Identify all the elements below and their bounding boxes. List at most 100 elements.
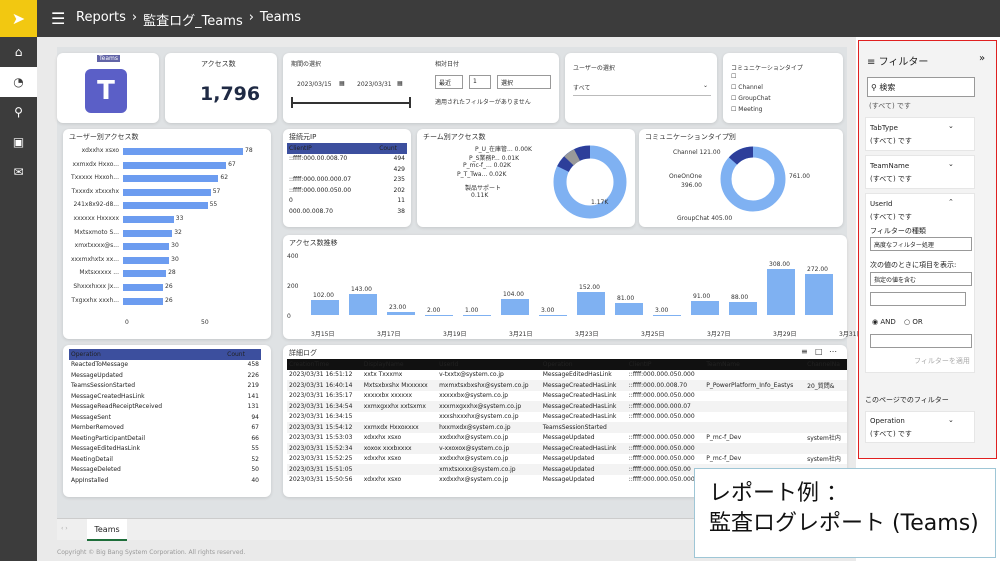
table-row[interactable]: ::ffff:000.000.050.00 202 <box>287 185 407 196</box>
box-icon[interactable]: ▣ <box>0 127 37 157</box>
slider-handle-left[interactable] <box>291 97 293 108</box>
filter-card-userid[interactable]: UserId ⌃ (すべて) です フィルターの種類 高度なフィルター処理 次の… <box>865 193 975 373</box>
comm-type-checkbox[interactable]: ☐ <box>731 73 736 80</box>
chevron-down-icon[interactable]: ⌄ <box>948 416 954 424</box>
user-select-dropdown[interactable]: すべて <box>573 83 711 96</box>
column-header[interactable]: TeamName <box>704 359 805 370</box>
reports-pie-icon[interactable]: ◔ <box>0 67 37 97</box>
collapse-pane-icon[interactable]: » <box>979 53 985 64</box>
home-icon[interactable]: ⌂ <box>0 37 37 67</box>
trend-bar[interactable] <box>805 274 833 315</box>
table-row[interactable]: MessageReadReceiptReceived 131 <box>69 402 261 413</box>
condition-value-input[interactable] <box>870 292 966 306</box>
filter-card-teamname[interactable]: TeamName ⌄ (すべて) です <box>865 155 975 189</box>
trend-bar[interactable] <box>349 293 377 315</box>
slider-handle-right[interactable] <box>409 97 411 108</box>
focus-mode-icon[interactable]: □ <box>815 347 823 356</box>
hamburger-menu-icon[interactable]: ☰ <box>51 9 65 28</box>
user-bar[interactable] <box>123 243 170 251</box>
table-row[interactable]: 2023/03/31 15:52:25 xdxxhx xsxo xxdxxhx@sy… <box>287 454 847 465</box>
table-row[interactable]: 000.00.008.70 38 <box>287 206 407 217</box>
table-row[interactable]: 429 <box>287 164 407 175</box>
relative-unit-select[interactable]: 最近 <box>435 75 463 89</box>
tab-nav-arrows-icon[interactable]: ‹ › <box>61 525 68 532</box>
filter-visual-icon[interactable]: ≡ <box>801 347 808 356</box>
period-start[interactable]: 2023/03/15 <box>297 81 332 88</box>
user-bar[interactable] <box>123 229 173 237</box>
team-donut[interactable] <box>547 139 633 225</box>
user-bar[interactable] <box>123 256 170 264</box>
column-header[interactable]: UserId <box>437 359 541 370</box>
calendar-icon[interactable]: ▦ <box>339 80 345 87</box>
table-row[interactable]: MessageDeleted 50 <box>69 465 261 476</box>
filter-search-input[interactable]: ⚲ 検索 <box>867 77 975 97</box>
chevron-up-icon[interactable]: ⌃ <box>948 198 954 206</box>
trend-bar[interactable] <box>691 301 719 315</box>
filter-card-tabtype[interactable]: TabType ⌄ (すべて) です <box>865 117 975 151</box>
table-row[interactable]: MessageSent 94 <box>69 412 261 423</box>
and-radio[interactable]: ◉ AND <box>872 318 896 326</box>
chevron-down-icon[interactable]: ⌄ <box>948 122 954 130</box>
condition-select[interactable]: 指定の値を含む <box>870 272 972 286</box>
table-row[interactable]: 2023/03/31 15:54:12 xxmxdx Hxxoxxxx hxxmxd… <box>287 422 847 433</box>
or-radio[interactable]: ○ OR <box>904 318 923 326</box>
column-header[interactable]: Operation <box>541 359 627 370</box>
table-row[interactable]: 0 11 <box>287 196 407 207</box>
chevron-down-icon[interactable]: ⌄ <box>703 82 708 89</box>
tab-teams[interactable]: Teams <box>87 519 127 541</box>
column-header[interactable]: CreationTime <box>287 359 362 370</box>
column-header[interactable]: ClientIP <box>627 359 704 370</box>
table-row[interactable]: ::ffff:000.00.008.70 494 <box>287 154 407 165</box>
table-row[interactable]: 2023/03/31 15:52:34 xoxox xxxbxxxx v-xxoxo… <box>287 443 847 454</box>
filter-kind-select[interactable]: 高度なフィルター処理 <box>870 237 972 251</box>
user-bar[interactable] <box>123 175 219 183</box>
user-bar[interactable] <box>123 216 174 223</box>
user-bar[interactable] <box>123 284 163 291</box>
table-row[interactable]: AppInstalled 40 <box>69 475 261 486</box>
table-row[interactable]: 2023/03/31 16:35:17 xxxxxbx xxxxxx xxxxxbx… <box>287 391 847 402</box>
trend-bar[interactable] <box>311 299 339 315</box>
chevron-down-icon[interactable]: ⌄ <box>948 160 954 168</box>
col-count[interactable]: Count <box>225 349 261 360</box>
comm-donut[interactable] <box>715 141 791 217</box>
table-row[interactable]: TeamsSessionStarted 219 <box>69 381 261 392</box>
filter-card-operation[interactable]: Operation ⌄ (すべて) です <box>865 411 975 443</box>
column-header[interactable]: ChannelNa <box>805 359 847 370</box>
table-row[interactable]: MeetingDetail 52 <box>69 454 261 465</box>
crumb-page[interactable]: Teams <box>260 10 301 29</box>
user-bar[interactable] <box>123 148 243 155</box>
comm-type-checkbox[interactable]: ☐ Channel <box>731 84 763 91</box>
col-count[interactable]: Count <box>377 143 407 154</box>
table-row[interactable]: MessageUpdated 226 <box>69 370 261 381</box>
table-row[interactable]: 2023/03/31 16:40:14 Mxtsxbxshx Mxxxxxx mxm… <box>287 380 847 391</box>
user-bar[interactable] <box>123 270 167 278</box>
user-bar[interactable] <box>123 188 211 196</box>
condition2-select[interactable] <box>870 334 972 348</box>
table-row[interactable]: 2023/03/31 15:53:03 xdxxhx xsxo xxdxxhx@sy… <box>287 433 847 444</box>
calendar-icon[interactable]: ▦ <box>397 80 403 87</box>
col-operation[interactable]: Operation <box>69 349 225 360</box>
trend-bar[interactable] <box>501 299 529 315</box>
crumb-report[interactable]: 監査ログ_Teams <box>143 10 243 29</box>
more-options-icon[interactable]: ⋯ <box>829 347 837 356</box>
trend-bar[interactable] <box>729 301 757 315</box>
table-row[interactable]: 2023/03/31 16:51:12 xxtx Txxxmx v-txxtx@sy… <box>287 370 847 381</box>
table-row[interactable]: MessageCreatedHasLink 141 <box>69 391 261 402</box>
table-row[interactable]: 2023/03/31 16:34:15 xxxshxxxhx@system.co.… <box>287 412 847 423</box>
trend-bar[interactable] <box>387 311 415 315</box>
column-header[interactable]: DisplayName <box>362 359 437 370</box>
apply-filter-button[interactable]: フィルターを適用 <box>914 356 970 366</box>
trend-bar[interactable] <box>767 268 795 315</box>
user-bar[interactable] <box>123 161 227 169</box>
crumb-reports[interactable]: Reports <box>76 10 126 29</box>
table-row[interactable]: MessageEditedHasLink 55 <box>69 444 261 455</box>
table-row[interactable]: MeetingParticipantDetail 66 <box>69 433 261 444</box>
table-row[interactable]: ::ffff:000.000.000.07 235 <box>287 175 407 186</box>
date-range-slider[interactable] <box>293 102 409 104</box>
comm-type-checkbox[interactable]: ☐ GroupChat <box>731 95 771 102</box>
table-row[interactable]: ReactedToMessage 458 <box>69 360 261 371</box>
user-bar[interactable] <box>123 297 163 305</box>
trend-bar[interactable] <box>577 292 605 315</box>
chat-icon[interactable]: ✉ <box>0 157 37 187</box>
comm-type-checkbox[interactable]: ☐ Meeting <box>731 106 763 113</box>
